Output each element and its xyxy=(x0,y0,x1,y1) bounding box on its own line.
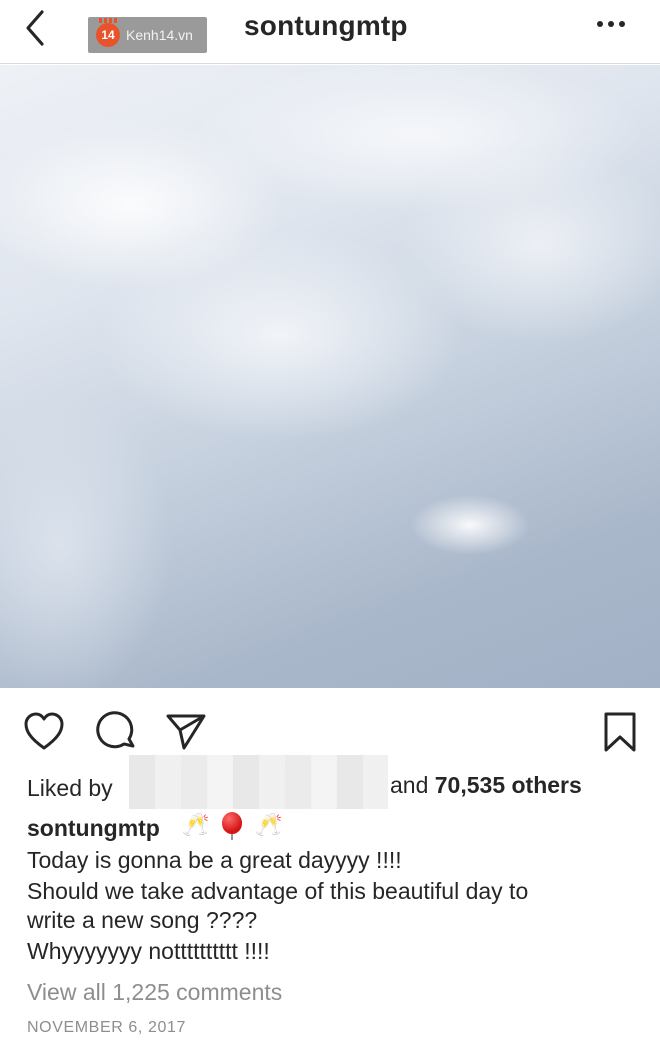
chevron-left-icon xyxy=(26,10,44,46)
share-button[interactable] xyxy=(164,710,208,754)
back-button[interactable] xyxy=(18,8,54,48)
caption-line: Should we take advantage of this beautif… xyxy=(27,878,529,904)
more-options-button[interactable] xyxy=(594,14,628,34)
watermark-text: Kenh14.vn xyxy=(126,27,193,43)
more-dots-icon xyxy=(597,21,625,27)
watermark-logo: 14 Kenh14.vn xyxy=(88,17,207,53)
likes-count-text: 70,535 others xyxy=(434,772,582,798)
blurred-liker-names xyxy=(129,755,388,809)
heart-icon xyxy=(24,712,64,750)
caption-username[interactable]: sontungmtp xyxy=(27,815,160,842)
caption-line: write a new song ???? xyxy=(27,907,258,933)
action-bar xyxy=(0,700,660,760)
post-date: NOVEMBER 6, 2017 xyxy=(27,1019,186,1036)
view-all-comments-link[interactable]: View all 1,225 comments xyxy=(27,979,282,1006)
send-icon xyxy=(166,714,206,750)
like-button[interactable] xyxy=(22,710,66,754)
comment-button[interactable] xyxy=(95,710,139,754)
balloon-icon xyxy=(221,812,243,840)
champagne-icon: 🥂 xyxy=(255,812,283,837)
likes-count[interactable]: and 70,535 others xyxy=(390,772,582,799)
caption-line: Whyyyyyyy notttttttttt !!!! xyxy=(27,938,270,964)
caption-line: Today is gonna be a great dayyyy !!!! xyxy=(27,847,402,873)
watermark-badge: 14 xyxy=(96,18,120,47)
save-button[interactable] xyxy=(598,710,642,754)
post-photo[interactable] xyxy=(0,65,660,688)
header-username[interactable]: sontungmtp xyxy=(244,10,408,42)
caption-emojis: 🥂 🥂 xyxy=(182,812,283,840)
champagne-icon: 🥂 xyxy=(182,812,210,837)
liked-by-label: Liked by xyxy=(27,774,113,801)
bookmark-icon xyxy=(604,712,636,752)
likes-and: and xyxy=(390,772,429,798)
comment-bubble-icon xyxy=(96,711,135,749)
top-bar: 14 Kenh14.vn sontungmtp xyxy=(0,0,660,64)
